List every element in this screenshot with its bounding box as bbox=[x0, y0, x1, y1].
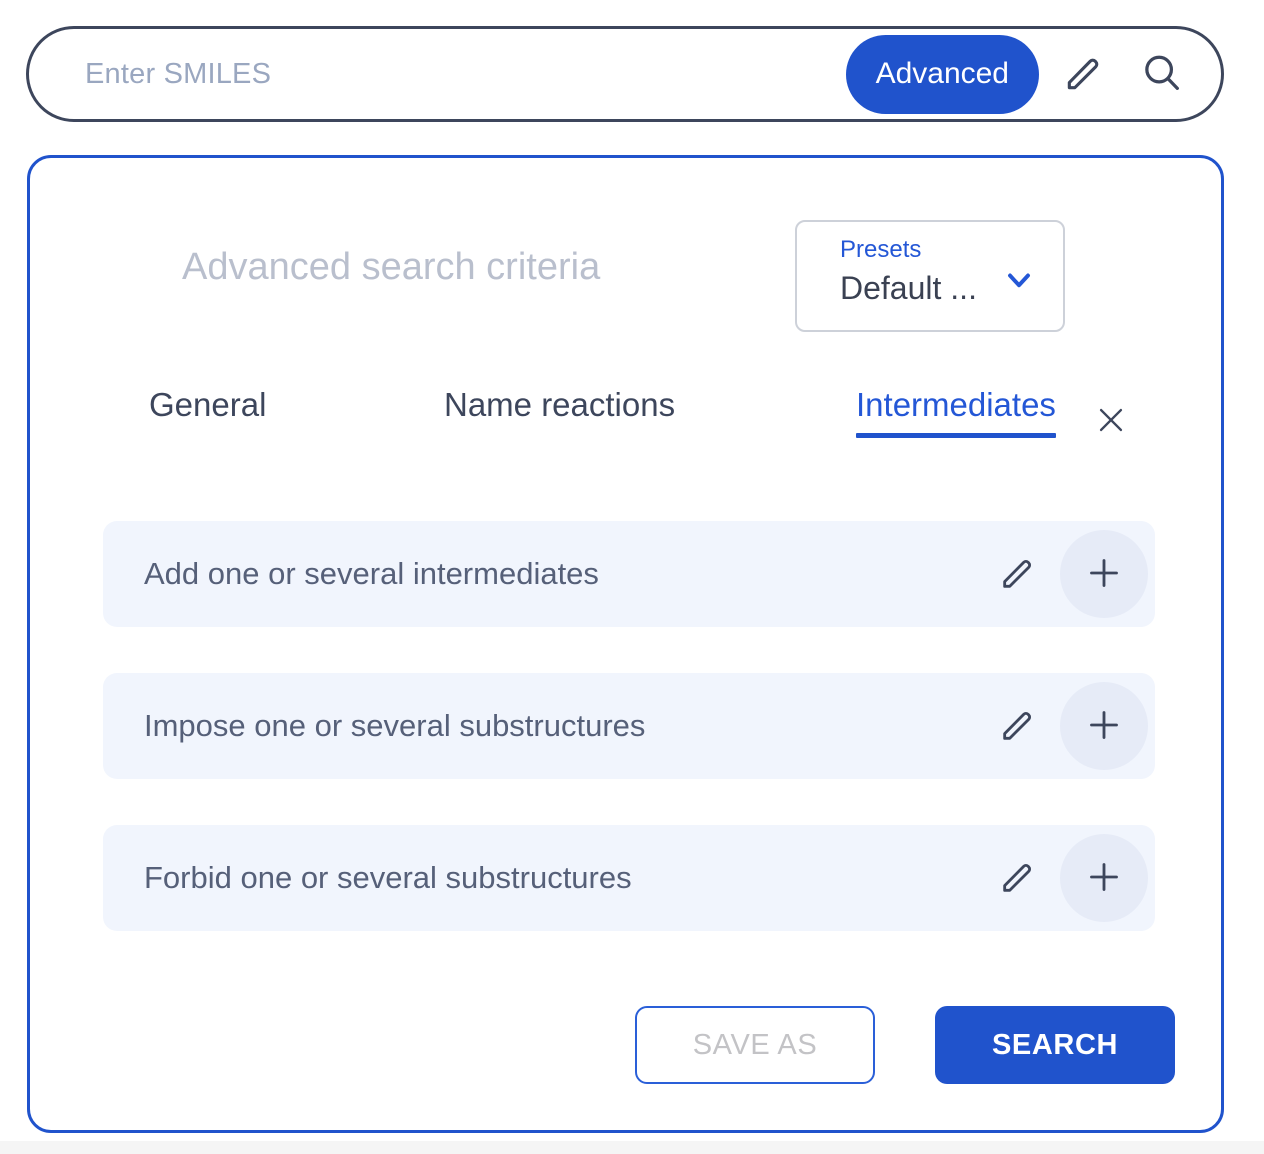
presets-label: Presets bbox=[840, 236, 922, 263]
row-actions bbox=[987, 673, 1155, 779]
criteria-list: Add one or several intermediates Impose … bbox=[103, 521, 1155, 977]
criteria-label: Impose one or several substructures bbox=[144, 708, 646, 743]
presets-selected-value: Default ... bbox=[840, 270, 977, 306]
search-submit-button[interactable] bbox=[1123, 35, 1201, 113]
edit-intermediates-button[interactable] bbox=[987, 543, 1049, 605]
pencil-icon bbox=[998, 553, 1038, 596]
search-input[interactable] bbox=[29, 28, 846, 120]
criteria-label: Add one or several intermediates bbox=[144, 556, 599, 591]
presets-dropdown[interactable]: Presets Default ... bbox=[795, 220, 1065, 332]
advanced-search-panel: Advanced search criteria Presets Default… bbox=[27, 155, 1224, 1133]
advanced-button[interactable]: Advanced bbox=[845, 34, 1039, 114]
smiles-search-bar: Advanced bbox=[26, 26, 1224, 122]
plus-icon bbox=[1084, 705, 1124, 748]
search-icon bbox=[1139, 50, 1185, 99]
app-root: Advanced Advanced search criteria Preset… bbox=[0, 0, 1264, 1154]
pencil-icon bbox=[998, 705, 1038, 748]
chevron-down-icon bbox=[1001, 262, 1037, 298]
criteria-row-forbid: Forbid one or several substructures bbox=[103, 825, 1155, 931]
plus-icon bbox=[1084, 857, 1124, 900]
criteria-label: Forbid one or several substructures bbox=[144, 860, 632, 895]
edit-structure-button[interactable] bbox=[1045, 35, 1123, 113]
tab-general[interactable]: General bbox=[149, 386, 266, 424]
edit-impose-button[interactable] bbox=[987, 695, 1049, 757]
row-actions bbox=[987, 521, 1155, 627]
page-bottom-strip bbox=[0, 1141, 1264, 1154]
panel-header: Advanced search criteria Presets Default… bbox=[30, 158, 1221, 332]
page-title: Advanced search criteria bbox=[182, 246, 601, 288]
tab-intermediates[interactable]: Intermediates bbox=[856, 386, 1056, 438]
tab-bar: General Name reactions Intermediates bbox=[30, 386, 1221, 454]
add-impose-button[interactable] bbox=[1060, 682, 1148, 770]
plus-icon bbox=[1084, 553, 1124, 596]
add-intermediates-button[interactable] bbox=[1060, 530, 1148, 618]
add-forbid-button[interactable] bbox=[1060, 834, 1148, 922]
tab-name-reactions[interactable]: Name reactions bbox=[444, 386, 675, 424]
criteria-row-intermediates: Add one or several intermediates bbox=[103, 521, 1155, 627]
search-button[interactable]: SEARCH bbox=[935, 1006, 1175, 1084]
criteria-row-impose: Impose one or several substructures bbox=[103, 673, 1155, 779]
row-actions bbox=[987, 825, 1155, 931]
pencil-icon bbox=[998, 857, 1038, 900]
pencil-icon bbox=[1062, 51, 1106, 98]
panel-footer: SAVE AS SEARCH bbox=[30, 1006, 1221, 1086]
edit-forbid-button[interactable] bbox=[987, 847, 1049, 909]
save-as-button[interactable]: SAVE AS bbox=[635, 1006, 875, 1084]
